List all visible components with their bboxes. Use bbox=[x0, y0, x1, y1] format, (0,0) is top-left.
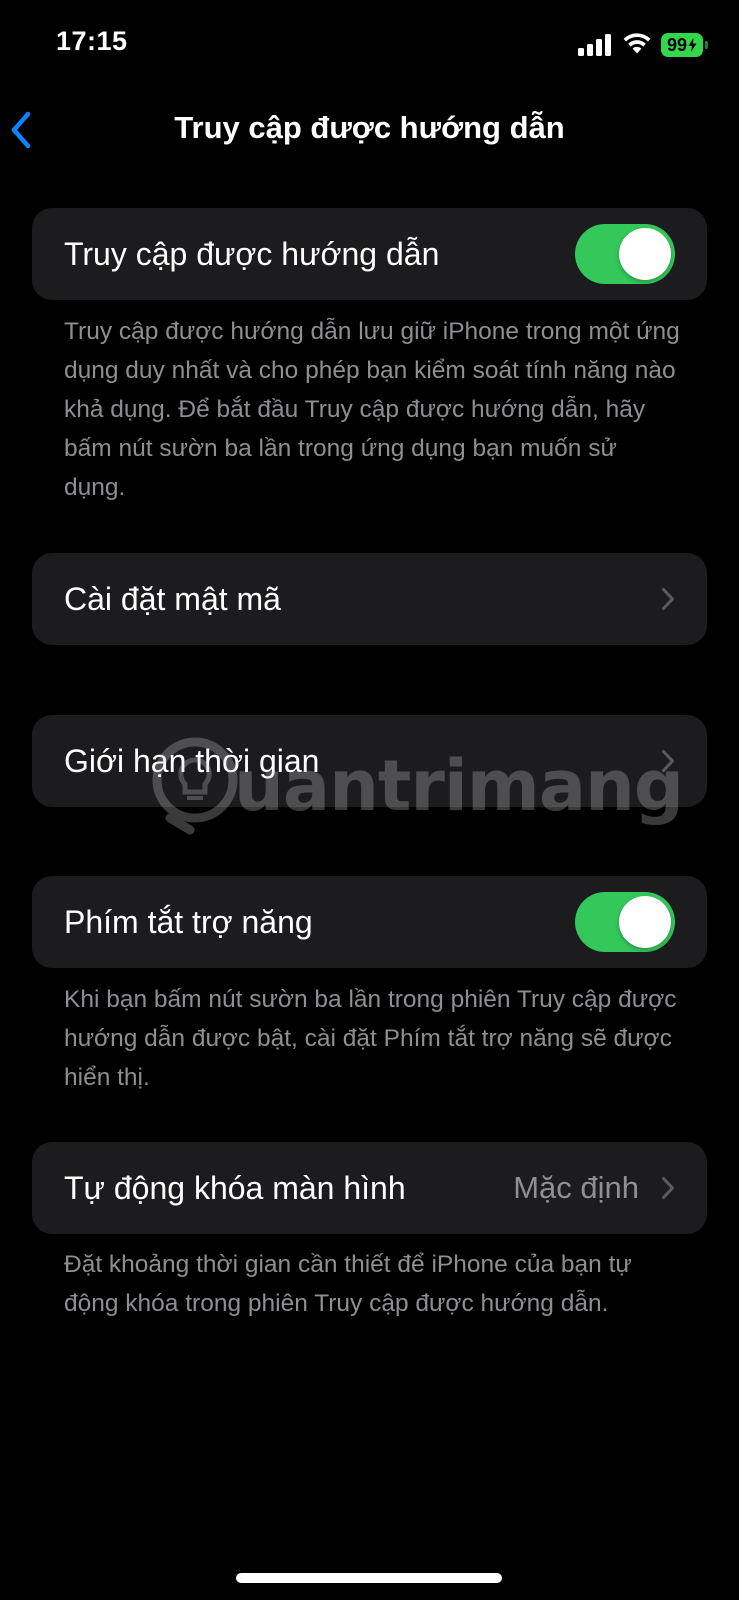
guided-access-footer: Truy cập được hướng dẫn lưu giữ iPhone t… bbox=[64, 318, 680, 501]
accessibility-shortcut-label: Phím tắt trợ năng bbox=[64, 903, 313, 940]
guided-access-label: Truy cập được hướng dẫn bbox=[64, 235, 440, 272]
time-limits-label: Giới hạn thời gian bbox=[64, 742, 320, 779]
passcode-group: Cài đặt mật mã bbox=[32, 553, 707, 645]
toggle-knob bbox=[619, 228, 671, 280]
battery-icon: 99 bbox=[661, 33, 709, 57]
accessibility-shortcut-row: Phím tắt trợ năng bbox=[32, 876, 707, 968]
status-time: 17:15 bbox=[56, 26, 128, 56]
accessibility-shortcut-toggle[interactable] bbox=[575, 892, 675, 952]
status-bar: 17:15 99 bbox=[0, 0, 739, 92]
toggle-knob bbox=[619, 896, 671, 948]
guided-access-row: Truy cập được hướng dẫn bbox=[32, 208, 707, 300]
passcode-settings-label: Cài đặt mật mã bbox=[64, 580, 281, 617]
auto-lock-label: Tự động khóa màn hình bbox=[64, 1169, 406, 1206]
page-title: Truy cập được hướng dẫn bbox=[174, 110, 565, 145]
time-limits-row[interactable]: Giới hạn thời gian bbox=[32, 715, 707, 807]
accessibility-shortcut-group: Phím tắt trợ năng bbox=[32, 876, 707, 968]
auto-lock-footer: Đặt khoảng thời gian cần thiết để iPhone… bbox=[64, 1251, 632, 1317]
battery-cap bbox=[705, 41, 708, 49]
navigation-bar: Truy cập được hướng dẫn bbox=[0, 92, 739, 170]
charging-bolt-icon bbox=[688, 38, 697, 52]
cellular-signal-icon bbox=[578, 34, 612, 56]
chevron-right-icon bbox=[662, 588, 674, 610]
chevron-right-icon bbox=[662, 750, 674, 772]
auto-lock-row[interactable]: Tự động khóa màn hình Mặc định bbox=[32, 1142, 707, 1234]
chevron-right-icon bbox=[662, 1177, 674, 1199]
battery-level-text: 99 bbox=[666, 34, 688, 55]
battery-level: 99 bbox=[661, 33, 703, 57]
time-limits-group: Giới hạn thời gian bbox=[32, 715, 707, 807]
guided-access-group: Truy cập được hướng dẫn bbox=[32, 208, 707, 300]
auto-lock-value: Mặc định bbox=[513, 1170, 639, 1205]
home-indicator[interactable] bbox=[236, 1573, 502, 1583]
wifi-icon bbox=[622, 31, 652, 55]
guided-access-toggle[interactable] bbox=[575, 224, 675, 284]
passcode-settings-row[interactable]: Cài đặt mật mã bbox=[32, 553, 707, 645]
auto-lock-group: Tự động khóa màn hình Mặc định bbox=[32, 1142, 707, 1234]
accessibility-shortcut-footer: Khi bạn bấm nút sườn ba lần trong phiên … bbox=[64, 986, 677, 1091]
